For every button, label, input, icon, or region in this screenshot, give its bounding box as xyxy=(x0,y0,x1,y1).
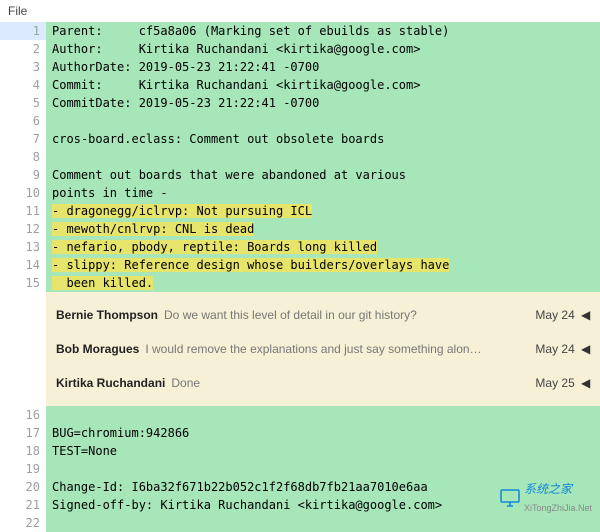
code-line[interactable]: 4Commit: Kirtika Ruchandani <kirtika@goo… xyxy=(0,76,600,94)
code-line[interactable]: 5CommitDate: 2019-05-23 21:22:41 -0700 xyxy=(0,94,600,112)
reply-icon[interactable]: ▶ xyxy=(581,374,590,392)
line-number: 17 xyxy=(0,424,46,442)
line-content: CommitDate: 2019-05-23 21:22:41 -0700 xyxy=(46,94,600,112)
line-content xyxy=(46,406,600,424)
line-number: 8 xyxy=(0,148,46,166)
code-line[interactable]: 11- dragonegg/iclrvp: Not pursuing ICL xyxy=(0,202,600,220)
line-number: 19 xyxy=(0,460,46,478)
inline-comments: Bernie Thompson Do we want this level of … xyxy=(46,292,600,406)
watermark-text: 系统之家 xyxy=(524,482,572,496)
code-line[interactable]: 6 xyxy=(0,112,600,130)
line-content: - mewoth/cnlrvp: CNL is dead xyxy=(46,220,600,238)
line-number: 20 xyxy=(0,478,46,496)
line-content: Comment out boards that were abandoned a… xyxy=(46,166,600,184)
code-line[interactable]: 12- mewoth/cnlrvp: CNL is dead xyxy=(0,220,600,238)
line-number: 9 xyxy=(0,166,46,184)
line-number: 2 xyxy=(0,40,46,58)
code-line[interactable]: 19 xyxy=(0,460,600,478)
line-number: 21 xyxy=(0,496,46,514)
line-content xyxy=(46,460,600,478)
line-number: 13 xyxy=(0,238,46,256)
code-line[interactable]: 10points in time - xyxy=(0,184,600,202)
code-line[interactable]: 3AuthorDate: 2019-05-23 21:22:41 -0700 xyxy=(0,58,600,76)
inline-comment[interactable]: Kirtika Ruchandani Done May 25 ▶ xyxy=(56,366,590,400)
line-number: 3 xyxy=(0,58,46,76)
line-content: - nefario, pbody, reptile: Boards long k… xyxy=(46,238,600,256)
line-content: Author: Kirtika Ruchandani <kirtika@goog… xyxy=(46,40,600,58)
comment-message: Done xyxy=(171,374,529,392)
line-content: - slippy: Reference design whose builder… xyxy=(46,256,600,274)
comment-author: Kirtika Ruchandani xyxy=(56,374,165,392)
line-number: 5 xyxy=(0,94,46,112)
menu-item-file[interactable]: File xyxy=(8,4,27,18)
line-number: 12 xyxy=(0,220,46,238)
code-line[interactable]: 17BUG=chromium:942866 xyxy=(0,424,600,442)
line-content: BUG=chromium:942866 xyxy=(46,424,600,442)
comment-date: May 25 xyxy=(535,374,574,392)
inline-comment[interactable]: Bernie Thompson Do we want this level of … xyxy=(56,298,590,332)
watermark-subtext: XiTongZhiJia.Net xyxy=(524,503,592,513)
line-content: cros-board.eclass: Comment out obsolete … xyxy=(46,130,600,148)
code-line[interactable]: 14- slippy: Reference design whose build… xyxy=(0,256,600,274)
comment-author: Bernie Thompson xyxy=(56,306,158,324)
line-number: 22 xyxy=(0,514,46,532)
comment-author: Bob Moragues xyxy=(56,340,139,358)
code-line[interactable]: 15 been killed. xyxy=(0,274,600,292)
line-number: 18 xyxy=(0,442,46,460)
line-number: 11 xyxy=(0,202,46,220)
comment-date: May 24 xyxy=(535,306,574,324)
line-content: TEST=None xyxy=(46,442,600,460)
commit-message-view: 1Parent: cf5a8a06 (Marking set of ebuild… xyxy=(0,22,600,292)
line-content xyxy=(46,514,600,532)
code-line[interactable]: 13- nefario, pbody, reptile: Boards long… xyxy=(0,238,600,256)
code-line[interactable]: 18TEST=None xyxy=(0,442,600,460)
line-content: - dragonegg/iclrvp: Not pursuing ICL xyxy=(46,202,600,220)
code-line[interactable]: 7cros-board.eclass: Comment out obsolete… xyxy=(0,130,600,148)
line-content xyxy=(46,148,600,166)
line-number: 7 xyxy=(0,130,46,148)
line-number: 10 xyxy=(0,184,46,202)
line-content: points in time - xyxy=(46,184,600,202)
comment-message: Do we want this level of detail in our g… xyxy=(164,306,529,324)
line-number: 14 xyxy=(0,256,46,274)
comment-date: May 24 xyxy=(535,340,574,358)
comment-message: I would remove the explanations and just… xyxy=(145,340,529,358)
line-number: 4 xyxy=(0,76,46,94)
code-line[interactable]: 16 xyxy=(0,406,600,424)
watermark: 系统之家 XiTongZhiJia.Net xyxy=(500,480,592,516)
line-content: Commit: Kirtika Ruchandani <kirtika@goog… xyxy=(46,76,600,94)
menu-bar: File xyxy=(0,0,600,22)
line-number: 6 xyxy=(0,112,46,130)
code-line[interactable]: 1Parent: cf5a8a06 (Marking set of ebuild… xyxy=(0,22,600,40)
reply-icon[interactable]: ▶ xyxy=(581,340,590,358)
code-line[interactable]: 8 xyxy=(0,148,600,166)
line-number: 15 xyxy=(0,274,46,292)
inline-comment[interactable]: Bob Moragues I would remove the explanati… xyxy=(56,332,590,366)
line-content: been killed. xyxy=(46,274,600,292)
code-line[interactable]: 9Comment out boards that were abandoned … xyxy=(0,166,600,184)
reply-icon[interactable]: ▶ xyxy=(581,306,590,324)
line-content: AuthorDate: 2019-05-23 21:22:41 -0700 xyxy=(46,58,600,76)
line-content xyxy=(46,112,600,130)
code-line[interactable]: 2Author: Kirtika Ruchandani <kirtika@goo… xyxy=(0,40,600,58)
code-line[interactable]: 22 xyxy=(0,514,600,532)
line-number: 16 xyxy=(0,406,46,424)
line-content: Parent: cf5a8a06 (Marking set of ebuilds… xyxy=(46,22,600,40)
line-number: 1 xyxy=(0,22,46,40)
monitor-icon xyxy=(500,489,520,507)
